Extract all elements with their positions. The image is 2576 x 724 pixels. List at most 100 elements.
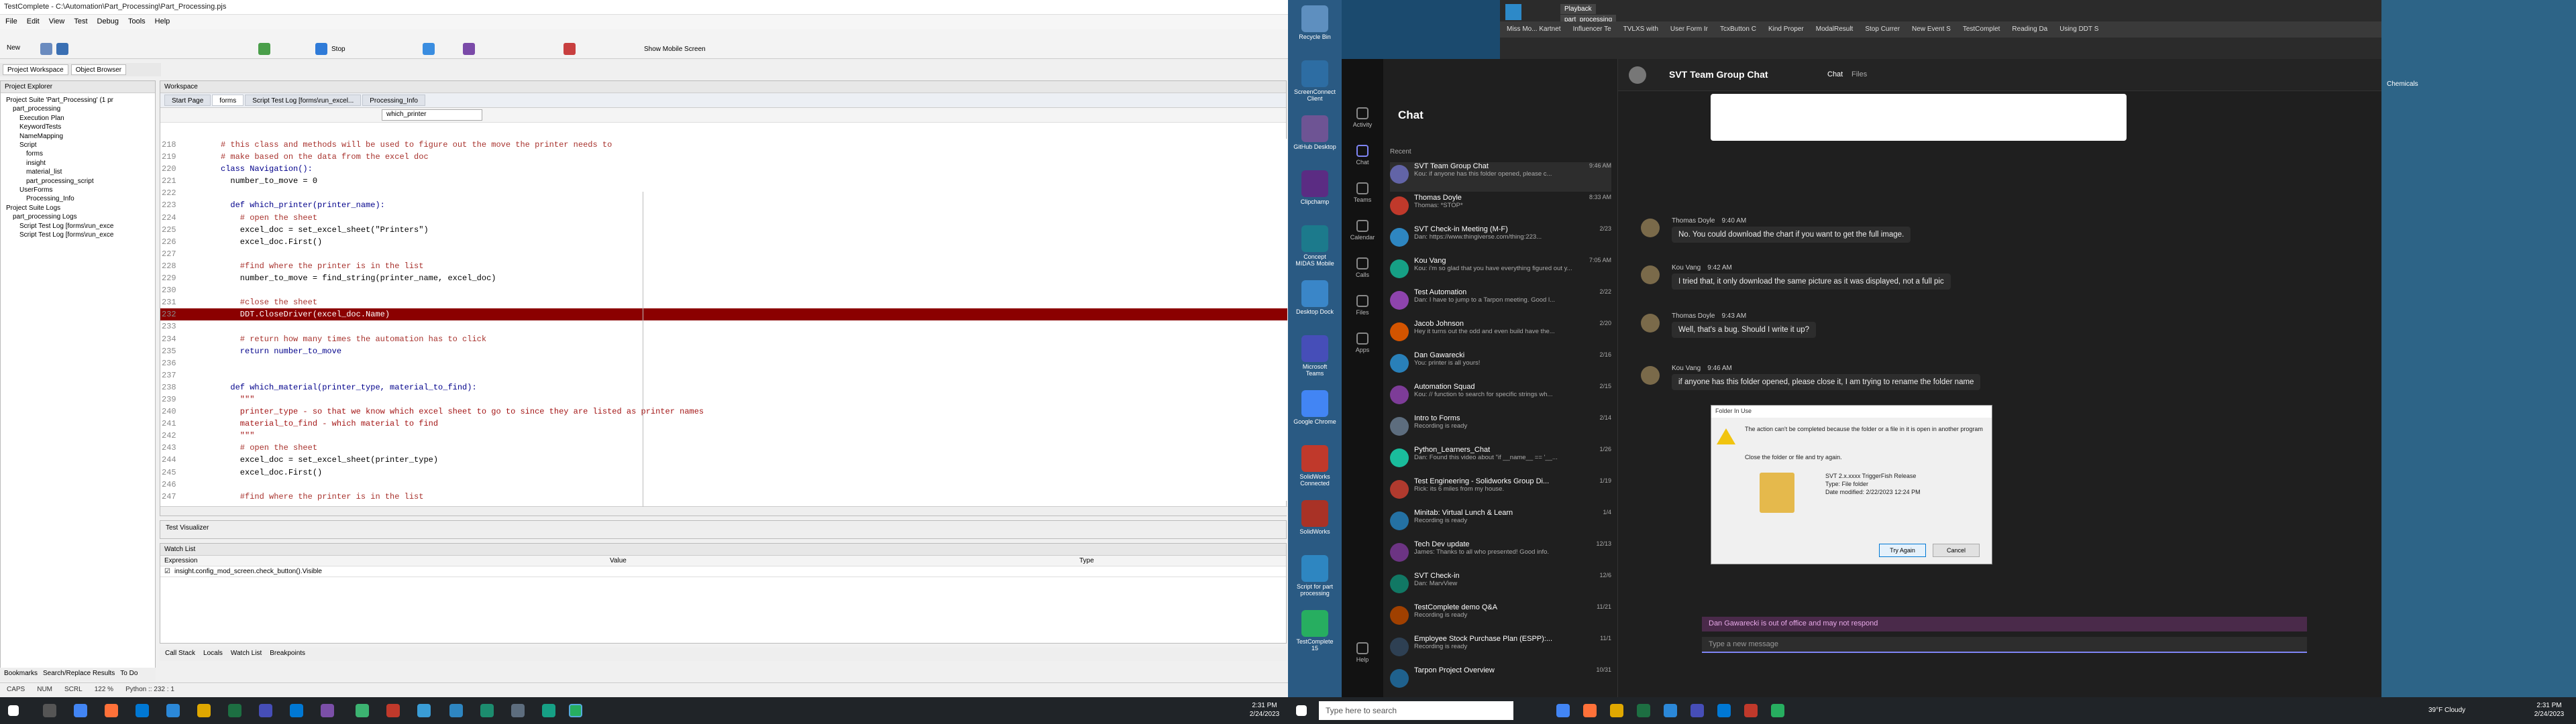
chat-item[interactable]: Minitab: Virtual Lunch & Learn Recording … xyxy=(1390,509,1611,538)
save-icon[interactable] xyxy=(56,43,68,55)
app-icon[interactable] xyxy=(417,704,431,717)
code-line[interactable]: 243 # open the sheet xyxy=(160,442,1287,454)
code-line[interactable]: 227 xyxy=(160,248,1287,260)
code-line[interactable]: 236 xyxy=(160,357,1287,369)
app-icon-4[interactable] xyxy=(511,704,525,717)
file-explorer-icon[interactable] xyxy=(197,704,211,717)
browser-tab[interactable]: Using DDT S xyxy=(2055,24,2102,35)
breakpoint-icon[interactable] xyxy=(564,43,576,55)
tree-item[interactable]: Project Suite 'Part_Processing' (1 pr xyxy=(3,96,152,105)
chat-item[interactable]: Intro to Forms Recording is ready 2/14 xyxy=(1390,414,1611,444)
browser-tab[interactable]: Kind Proper xyxy=(1764,24,1808,35)
tree-item[interactable]: Processing_Info xyxy=(3,194,152,203)
desktop-icon[interactable]: Concept MIDAS Mobile xyxy=(1293,225,1336,267)
rail-item[interactable]: Chat xyxy=(1346,145,1379,166)
chat-item[interactable]: Python_Learners_Chat Dan: Found this vide… xyxy=(1390,446,1611,475)
tab-start-page[interactable]: Start Page xyxy=(164,95,211,106)
record-icon[interactable] xyxy=(463,43,475,55)
chrome-icon[interactable] xyxy=(1556,704,1570,717)
teams-icon[interactable] xyxy=(259,704,272,717)
code-line[interactable]: 244 excel_doc = set_excel_sheet(printer_… xyxy=(160,454,1287,466)
desktop-icon[interactable]: Script for part processing xyxy=(1293,555,1336,597)
desktop-icon[interactable]: Desktop Dock xyxy=(1293,280,1336,315)
tab-bookmarks[interactable]: Bookmarks xyxy=(4,670,38,679)
try-again-button[interactable]: Try Again xyxy=(1879,544,1926,557)
rail-item[interactable]: Teams xyxy=(1346,182,1379,203)
browser-tab[interactable]: TcxButton C xyxy=(1716,24,1760,35)
desktop-icon[interactable]: TestComplete 15 xyxy=(1293,610,1336,652)
code-line[interactable]: 228 #find where the printer is in the li… xyxy=(160,260,1287,272)
tree-item[interactable]: Execution Plan xyxy=(3,114,152,123)
browser-tab[interactable]: Influencer Te xyxy=(1569,24,1615,35)
firefox-icon[interactable] xyxy=(1583,704,1597,717)
tab-locals[interactable]: Locals xyxy=(203,650,223,659)
testcomplete-active-icon[interactable] xyxy=(569,704,582,717)
new-button[interactable]: New xyxy=(7,44,20,52)
tab-project-workspace[interactable]: Project Workspace xyxy=(3,64,68,75)
chat-item[interactable]: TestComplete demo Q&A Recording is ready 1… xyxy=(1390,603,1611,633)
menu-help[interactable]: Help xyxy=(155,17,170,27)
chat-item[interactable]: Test Automation Dan: I have to jump to a … xyxy=(1390,288,1611,318)
tab-todo[interactable]: To Do xyxy=(120,670,138,679)
firefox-icon[interactable] xyxy=(105,704,118,717)
code-line[interactable]: 225 excel_doc = set_excel_sheet("Printer… xyxy=(160,224,1287,236)
rail-item[interactable]: Files xyxy=(1346,295,1379,316)
chat-item[interactable]: Employee Stock Purchase Plan (ESPP):... R… xyxy=(1390,635,1611,664)
tree-item[interactable]: part_processing Logs xyxy=(3,213,152,221)
rail-item[interactable]: Calls xyxy=(1346,257,1379,278)
stop-icon[interactable] xyxy=(315,43,327,55)
app-icon-5[interactable] xyxy=(542,704,555,717)
vscode-icon[interactable] xyxy=(1664,704,1677,717)
code-line[interactable]: 233 xyxy=(160,320,1287,333)
chat-item[interactable]: Automation Squad Kou: // function to sear… xyxy=(1390,383,1611,412)
tab-forms[interactable]: forms xyxy=(212,95,244,106)
tree-item[interactable]: forms xyxy=(3,149,152,158)
code-line[interactable]: 221 number_to_move = 0 xyxy=(160,175,1287,187)
run-icon[interactable] xyxy=(258,43,270,55)
outlook-icon[interactable] xyxy=(1717,704,1731,717)
test-visualizer[interactable]: Test Visualizer xyxy=(160,520,1287,539)
tree-item[interactable]: Script xyxy=(3,141,152,149)
code-line[interactable]: 222 xyxy=(160,187,1287,199)
watch-row[interactable]: ☑ insight.config_mod_screen.check_button… xyxy=(160,566,1286,577)
code-editor[interactable]: 218 # this class and methods will be used… xyxy=(160,139,1287,501)
tab-files[interactable]: Files xyxy=(1851,70,1867,78)
desktop-icon[interactable]: SolidWorks xyxy=(1293,500,1336,535)
message[interactable]: Kou Vang 9:42 AM I tried that, it only dow… xyxy=(1641,264,2074,290)
desktop-icon[interactable]: Google Chrome xyxy=(1293,390,1336,425)
desktop-icon[interactable]: Microsoft Teams xyxy=(1293,335,1336,377)
show-mobile-screen-button[interactable]: Show Mobile Screen xyxy=(644,46,706,53)
code-line[interactable]: 219 # make based on the data from the exc… xyxy=(160,151,1287,163)
desktop-icon[interactable]: Clipchamp xyxy=(1293,170,1336,205)
testcomplete-taskbar-icon[interactable] xyxy=(356,704,369,717)
code-line[interactable]: 234 # return how many times the automati… xyxy=(160,333,1287,345)
browser-tab[interactable]: User Form Ir xyxy=(1666,24,1712,35)
rail-item[interactable]: Apps xyxy=(1346,333,1379,353)
file-explorer-icon[interactable] xyxy=(1610,704,1623,717)
browser-tab[interactable]: Stop Currer xyxy=(1861,24,1904,35)
excel-icon[interactable] xyxy=(1637,704,1650,717)
excel-icon[interactable] xyxy=(228,704,241,717)
code-line[interactable]: 239 """ xyxy=(160,394,1287,406)
tab-script-test-log[interactable]: Script Test Log [forms\run_excel... xyxy=(245,95,362,106)
tree-item[interactable]: UserForms xyxy=(3,186,152,194)
code-line[interactable]: 226 excel_doc.First() xyxy=(160,236,1287,248)
chart-image[interactable] xyxy=(1711,94,2127,141)
windows-start-icon[interactable] xyxy=(1296,705,1307,716)
code-line[interactable]: 246 xyxy=(160,479,1287,491)
tab-object-browser[interactable]: Object Browser xyxy=(70,64,127,75)
tree-item[interactable]: part_processing_script xyxy=(3,177,152,186)
code-line[interactable]: 224 # open the sheet xyxy=(160,212,1287,224)
search-icon[interactable] xyxy=(43,704,56,717)
tree-item[interactable]: NameMapping xyxy=(3,132,152,141)
testcomplete-float-icon[interactable] xyxy=(1505,4,1521,20)
tab-search-replace[interactable]: Search/Replace Results xyxy=(43,670,115,679)
code-line[interactable]: 245 excel_doc.First() xyxy=(160,467,1287,479)
tree-item[interactable]: KeywordTests xyxy=(3,123,152,131)
tab-watch-list[interactable]: Watch List xyxy=(231,650,262,659)
tab-call-stack[interactable]: Call Stack xyxy=(165,650,195,659)
vscode-icon[interactable] xyxy=(166,704,180,717)
desktop-icon[interactable]: Recycle Bin xyxy=(1293,5,1336,40)
browser-tab[interactable]: Reading Da xyxy=(2008,24,2051,35)
desktop-icon[interactable]: ScreenConnect Client xyxy=(1293,60,1336,102)
